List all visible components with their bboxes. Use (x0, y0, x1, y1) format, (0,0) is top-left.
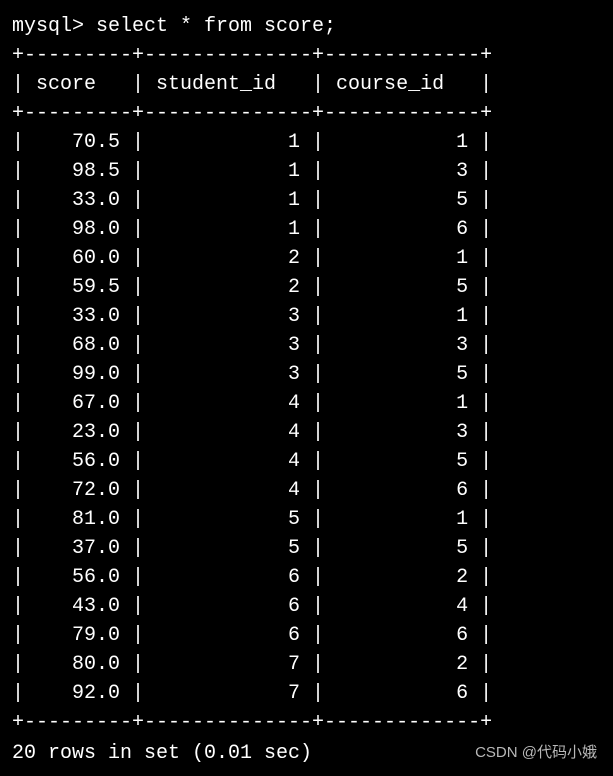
table-row: | 59.5 | 2 | 5 | (12, 273, 601, 302)
table-row: | 68.0 | 3 | 3 | (12, 331, 601, 360)
mysql-prompt: mysql> select * from score; (12, 12, 601, 41)
table-row: | 70.5 | 1 | 1 | (12, 128, 601, 157)
table-header: | score | student_id | course_id | (12, 70, 601, 99)
table-row: | 33.0 | 1 | 5 | (12, 186, 601, 215)
table-body: | 70.5 | 1 | 1 || 98.5 | 1 | 3 || 33.0 |… (12, 128, 601, 708)
table-row: | 33.0 | 3 | 1 | (12, 302, 601, 331)
table-row: | 80.0 | 7 | 2 | (12, 650, 601, 679)
table-row: | 67.0 | 4 | 1 | (12, 389, 601, 418)
table-row: | 98.5 | 1 | 3 | (12, 157, 601, 186)
table-row: | 98.0 | 1 | 6 | (12, 215, 601, 244)
watermark: CSDN @代码小娥 (475, 742, 597, 764)
table-row: | 43.0 | 6 | 4 | (12, 592, 601, 621)
table-row: | 56.0 | 6 | 2 | (12, 563, 601, 592)
table-row: | 99.0 | 3 | 5 | (12, 360, 601, 389)
table-border-header: +---------+--------------+-------------+ (12, 99, 601, 128)
table-row: | 79.0 | 6 | 6 | (12, 621, 601, 650)
table-row: | 81.0 | 5 | 1 | (12, 505, 601, 534)
table-row: | 56.0 | 4 | 5 | (12, 447, 601, 476)
table-row: | 72.0 | 4 | 6 | (12, 476, 601, 505)
table-border-top: +---------+--------------+-------------+ (12, 41, 601, 70)
table-border-bottom: +---------+--------------+-------------+ (12, 708, 601, 737)
table-row: | 37.0 | 5 | 5 | (12, 534, 601, 563)
table-row: | 92.0 | 7 | 6 | (12, 679, 601, 708)
table-row: | 23.0 | 4 | 3 | (12, 418, 601, 447)
table-row: | 60.0 | 2 | 1 | (12, 244, 601, 273)
